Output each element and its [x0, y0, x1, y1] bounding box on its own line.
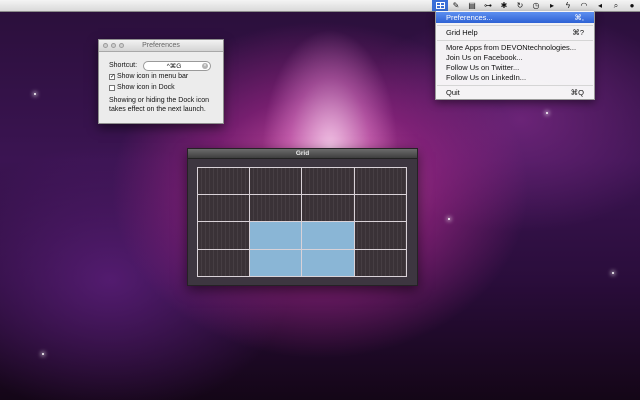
grid-line — [197, 167, 198, 277]
show-in-dock-label: Show icon in Dock — [117, 84, 175, 91]
grid-canvas[interactable] — [197, 167, 407, 277]
star — [612, 272, 614, 274]
minimize-window-button[interactable] — [111, 43, 116, 48]
grid-line — [197, 249, 407, 250]
menu-item-linkedin[interactable]: Follow Us on LinkedIn... — [436, 72, 594, 83]
menu-item-label: Grid Help — [446, 28, 478, 37]
close-window-button[interactable] — [103, 43, 108, 48]
menu-item-quit[interactable]: Quit ⌘Q — [436, 87, 594, 98]
grid-line — [354, 167, 355, 277]
grid-line — [197, 167, 407, 168]
volume-icon[interactable]: ◂ — [592, 0, 608, 11]
menu-item-shortcut: ⌘, — [574, 13, 584, 22]
dock-note-line-1: Showing or hiding the Dock icon — [109, 97, 210, 104]
tool-icon[interactable]: ✎ — [448, 0, 464, 11]
menu-item-label: Preferences... — [446, 13, 493, 22]
dock-note-line-2: takes effect on the next launch. — [109, 106, 206, 113]
show-in-dock-checkbox[interactable] — [109, 85, 115, 91]
zoom-window-button[interactable] — [119, 43, 124, 48]
grid-line — [197, 276, 407, 277]
keyboard-icon[interactable]: ▤ — [464, 0, 480, 11]
window-title: Grid — [295, 150, 310, 157]
grid-menu-icon[interactable] — [432, 0, 448, 11]
play-icon[interactable]: ▸ — [544, 0, 560, 11]
star — [546, 112, 548, 114]
show-in-menu-bar-checkbox[interactable]: ✓ — [109, 74, 115, 80]
menu-item-grid-help[interactable]: Grid Help ⌘? — [436, 27, 594, 38]
grid-line — [249, 167, 250, 277]
shortcut-recorder-field[interactable]: ^⌘G × — [143, 61, 211, 71]
shortcut-label: Shortcut: — [109, 62, 138, 69]
grid-line — [197, 194, 407, 195]
menu-item-label: Follow Us on LinkedIn... — [446, 73, 527, 82]
time-machine-icon[interactable]: ◷ — [528, 0, 544, 11]
menu-item-label: Quit — [446, 88, 460, 97]
grid-line — [406, 167, 407, 277]
grid-window: Grid — [187, 148, 418, 286]
menu-item-shortcut: ⌘Q — [570, 88, 584, 97]
star — [34, 93, 36, 95]
spotlight-icon[interactable]: ⌕ — [608, 0, 624, 11]
grid-dropdown-menu: Preferences... ⌘, Grid Help ⌘? More Apps… — [435, 11, 595, 100]
star — [448, 218, 450, 220]
grid-line — [301, 167, 302, 277]
show-in-menu-bar-label: Show icon in menu bar — [117, 73, 189, 80]
menu-separator — [437, 40, 593, 41]
sync-icon[interactable]: ↻ — [512, 0, 528, 11]
user-icon[interactable]: ● — [624, 0, 640, 11]
preferences-window: Preferences Shortcut: ^⌘G × ✓ Show icon … — [98, 39, 224, 124]
star — [42, 353, 44, 355]
clear-shortcut-icon[interactable]: × — [202, 63, 208, 69]
menu-item-shortcut: ⌘? — [572, 28, 584, 37]
window-title: Preferences — [142, 42, 180, 49]
wifi-icon[interactable]: ◠ — [576, 0, 592, 11]
menu-item-preferences[interactable]: Preferences... ⌘, — [436, 12, 594, 23]
preferences-title-bar[interactable]: Preferences — [99, 40, 223, 52]
bolt-icon[interactable]: ϟ — [560, 0, 576, 11]
bluetooth-icon[interactable]: ✱ — [496, 0, 512, 11]
shortcut-value: ^⌘G — [166, 63, 182, 70]
remote-icon[interactable]: ⊶ — [480, 0, 496, 11]
menu-separator — [437, 25, 593, 26]
grid-title-bar[interactable]: Grid — [188, 149, 417, 159]
grid-line — [197, 221, 407, 222]
menu-separator — [437, 85, 593, 86]
